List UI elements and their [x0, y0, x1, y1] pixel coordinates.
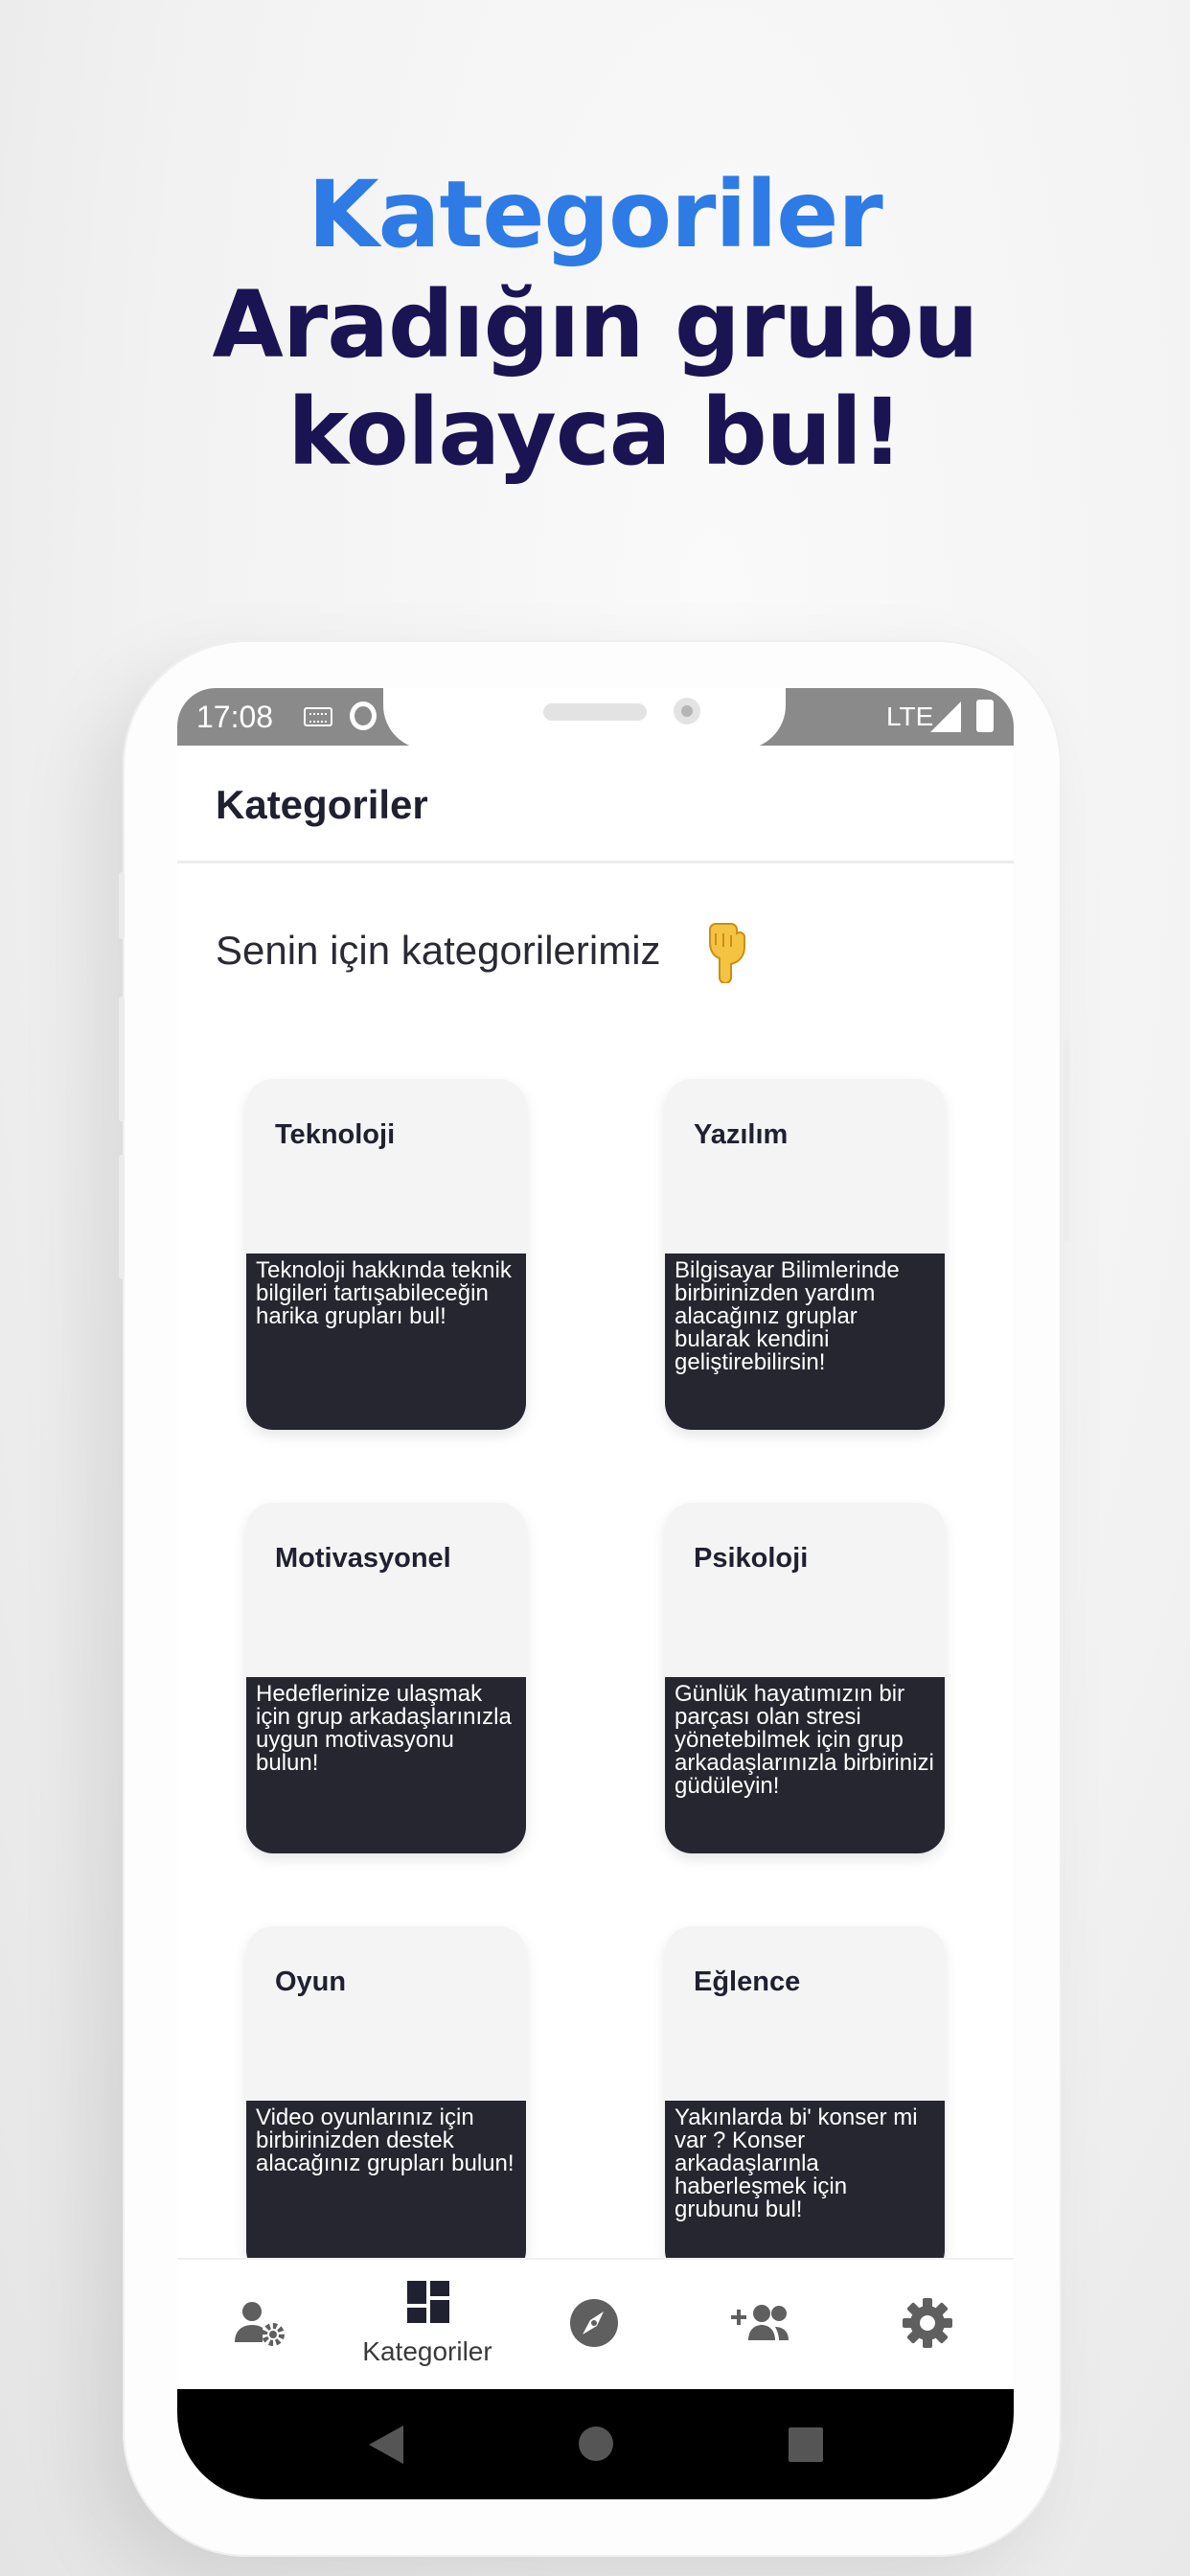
phone-volume-up-button — [119, 997, 125, 1121]
promo-title: Kategoriler — [308, 161, 882, 268]
recents-icon[interactable] — [789, 2427, 823, 2462]
front-camera — [674, 698, 700, 724]
nav-explore[interactable] — [511, 2260, 677, 2389]
status-time: 17:08 — [196, 700, 274, 734]
speaker-grille — [543, 703, 647, 721]
dashboard-icon — [407, 2281, 449, 2323]
promo-subtitle-line-1: Aradığın grubu — [212, 271, 979, 379]
battery-icon — [976, 700, 994, 732]
system-navigation-bar — [177, 2389, 1014, 2499]
signal-icon — [930, 702, 961, 732]
pointing-down-hand-icon — [702, 920, 750, 988]
phone-screen: 17:08 LTE Kategoriler Senin için kategor… — [177, 688, 1014, 2499]
category-description: Yakınlarda bi' konser mi var ? Konser ar… — [665, 2101, 945, 2277]
category-description: Teknoloji hakkında teknik bilgileri tart… — [246, 1254, 526, 1430]
category-card-motivasyonel[interactable]: Motivasyonel Hedeflerinize ulaşmak için … — [246, 1503, 526, 1853]
nav-add-group[interactable] — [677, 2260, 844, 2389]
promo-subtitle-line-2: kolayca bul! — [287, 379, 903, 486]
category-card-yazilim[interactable]: Yazılım Bilgisayar Bilimlerinde birbirin… — [665, 1079, 945, 1430]
category-title: Eğlence — [694, 1966, 801, 1997]
nav-categories[interactable]: Kategoriler — [344, 2260, 511, 2389]
category-description: Hedeflerinize ulaşmak için grup arkadaşl… — [246, 1677, 526, 1853]
settings-gear-icon — [903, 2298, 952, 2348]
home-icon[interactable] — [578, 2426, 614, 2462]
page-title: Kategoriler — [216, 782, 428, 827]
app-bar: Kategoriler — [177, 755, 1014, 863]
user-settings-icon — [235, 2302, 285, 2346]
category-card-oyun[interactable]: Oyun Video oyunlarınız için birbirinizde… — [246, 1926, 526, 2277]
phone-side-button — [119, 872, 125, 939]
category-card-eglence[interactable]: Eğlence Yakınlarda bi' konser mi var ? K… — [665, 1926, 945, 2277]
back-icon[interactable] — [369, 2426, 403, 2464]
add-group-icon — [731, 2305, 789, 2340]
phone-volume-down-button — [119, 1155, 125, 1279]
category-title: Motivasyonel — [275, 1543, 451, 1574]
category-card-teknoloji[interactable]: Teknoloji Teknoloji hakkında teknik bilg… — [246, 1079, 526, 1430]
compass-icon — [570, 2299, 618, 2347]
camera-notch — [383, 688, 786, 749]
category-title: Oyun — [275, 1966, 347, 1997]
category-description: Günlük hayatımızın bir parçası olan stre… — [665, 1677, 945, 1853]
category-title: Teknoloji — [275, 1119, 396, 1150]
category-card-psikoloji[interactable]: Psikoloji Günlük hayatımızın bir parçası… — [665, 1503, 945, 1853]
category-description: Video oyunlarınız için birbirinizden des… — [246, 2101, 526, 2277]
category-title: Yazılım — [694, 1119, 789, 1150]
notification-ring-icon — [350, 702, 377, 730]
network-type: LTE — [886, 702, 934, 731]
category-description: Bilgisayar Bilimlerinde birbirinizden ya… — [665, 1254, 945, 1430]
nav-profile-settings[interactable] — [177, 2260, 344, 2389]
keyboard-icon — [304, 707, 332, 726]
nav-settings[interactable] — [844, 2260, 1011, 2389]
nav-label-categories: Kategoriler — [362, 2336, 492, 2366]
section-title: Senin için kategorilerimiz — [216, 928, 661, 973]
phone-power-button — [1064, 1040, 1069, 1241]
bottom-navigation: Kategoriler — [177, 2258, 1014, 2389]
category-title: Psikoloji — [694, 1543, 809, 1574]
